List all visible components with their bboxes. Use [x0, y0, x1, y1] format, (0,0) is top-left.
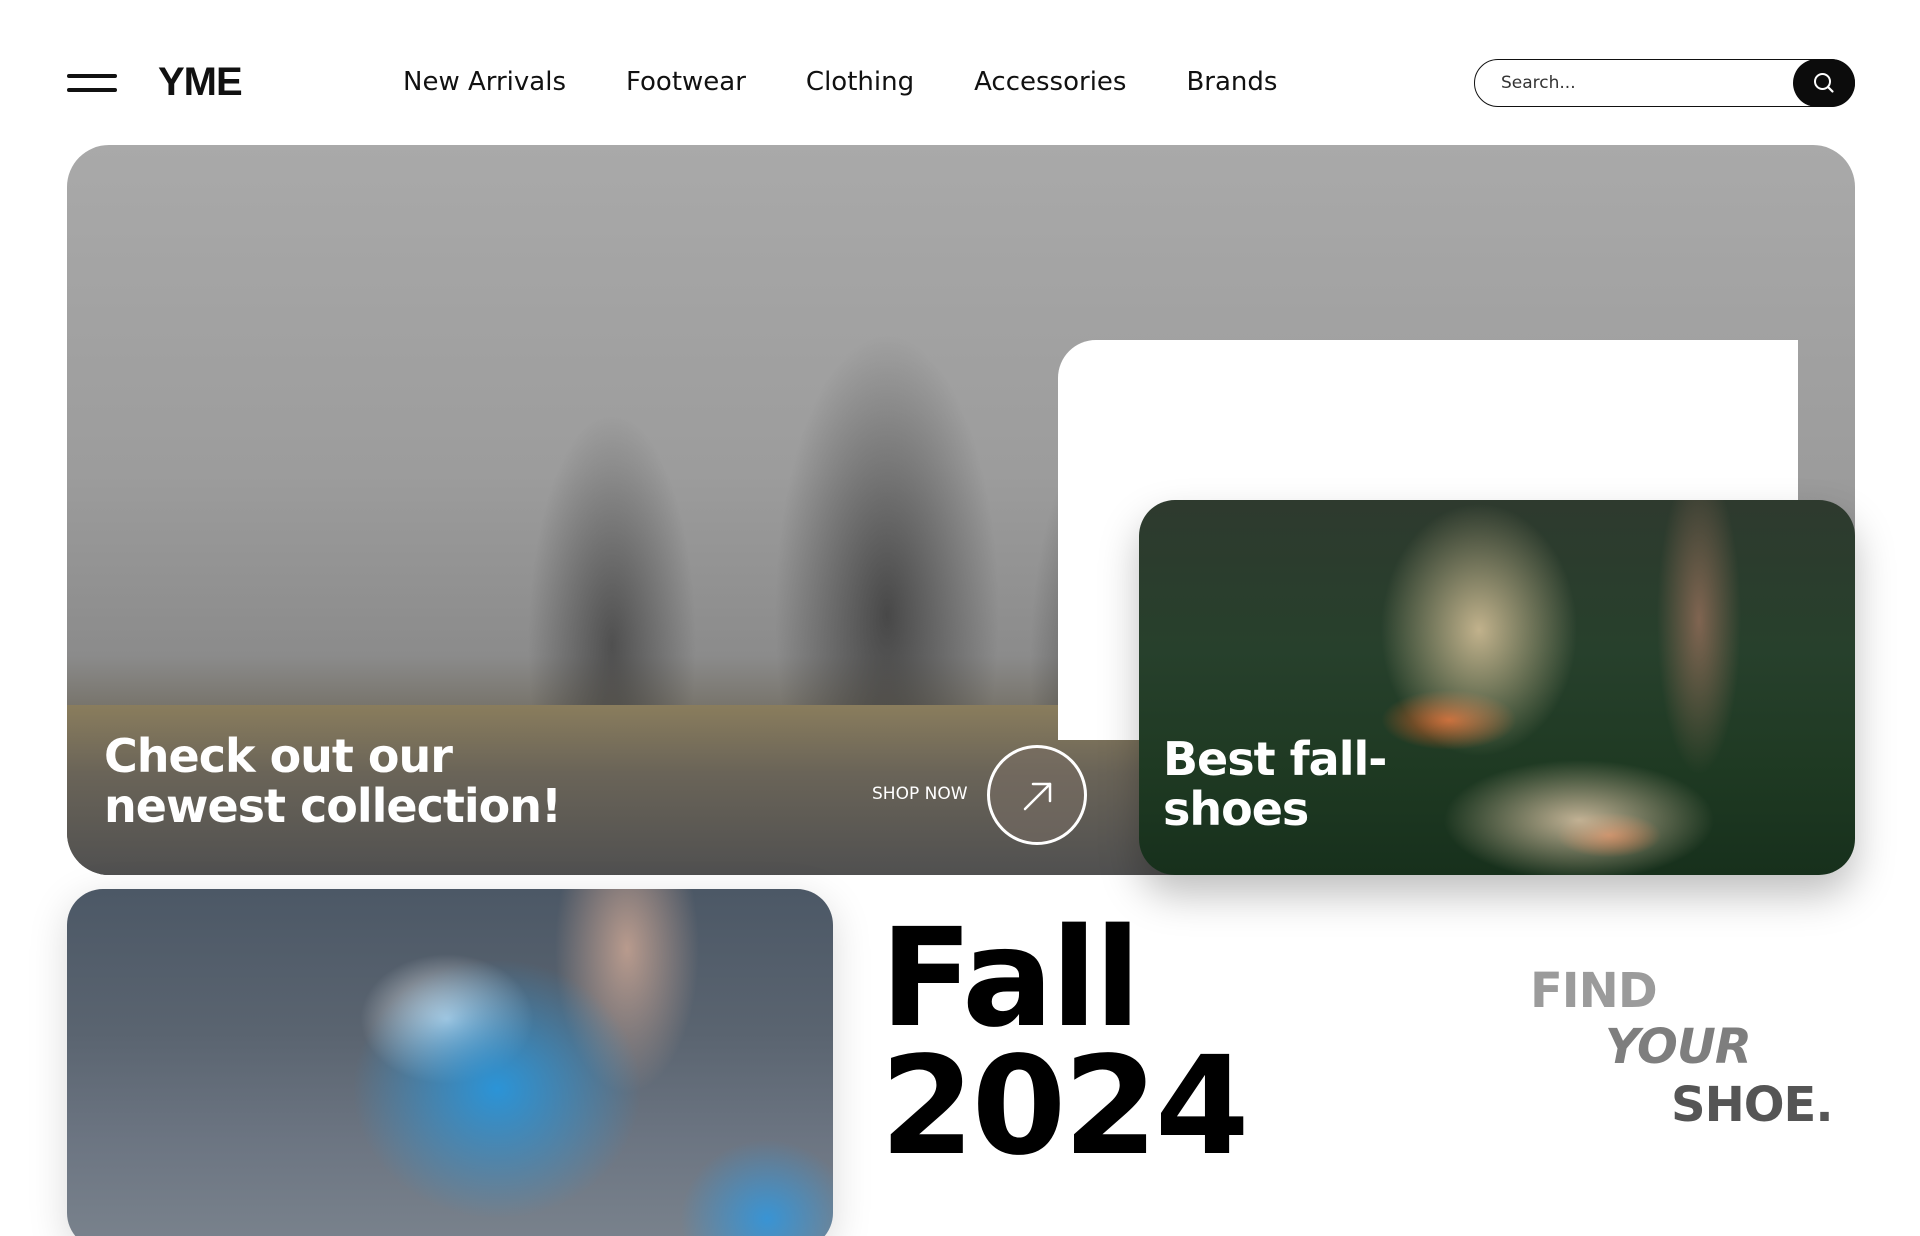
sneaker-photo-card[interactable] — [67, 889, 833, 1236]
shoes-card-title: Best fall- shoes — [1163, 732, 1387, 836]
search-button[interactable] — [1793, 58, 1855, 107]
tagline-your: YOUR — [1605, 1019, 1752, 1075]
nav-item-clothing[interactable]: Clothing — [806, 67, 914, 97]
search-bar — [1474, 58, 1855, 107]
tagline-shoe: SHOE. — [1671, 1077, 1834, 1133]
season-title: Fall 2024 — [880, 900, 1250, 1186]
main-nav: New Arrivals Footwear Clothing Accessori… — [403, 67, 1337, 97]
sneaker-image — [67, 889, 833, 1236]
search-icon — [1814, 72, 1834, 93]
hero-title-line: newest collection! — [104, 779, 562, 833]
shoes-card-title-line: shoes — [1163, 782, 1309, 836]
search-input[interactable] — [1501, 60, 1791, 105]
menu-button[interactable] — [67, 74, 117, 96]
logo[interactable]: YME — [158, 60, 243, 105]
season-title-year: 2024 — [880, 1028, 1250, 1186]
nav-item-brands[interactable]: Brands — [1186, 67, 1277, 97]
shoes-card-title-line: Best fall- — [1163, 732, 1387, 786]
hero-title-line: Check out our — [104, 729, 453, 783]
shop-now-label[interactable]: SHOP NOW — [872, 784, 968, 804]
hamburger-menu-icon-line — [67, 88, 117, 92]
shop-now-button[interactable] — [987, 745, 1087, 845]
nav-item-new-arrivals[interactable]: New Arrivals — [403, 67, 566, 97]
arrow-up-right-icon — [1023, 782, 1052, 811]
hero-title: Check out our newest collection! — [104, 729, 562, 833]
season-title-line: Fall — [880, 900, 1141, 1058]
tagline-find: FIND — [1530, 963, 1658, 1019]
nav-item-footwear[interactable]: Footwear — [626, 67, 746, 97]
hamburger-menu-icon — [67, 74, 117, 78]
nav-item-accessories[interactable]: Accessories — [974, 67, 1126, 97]
